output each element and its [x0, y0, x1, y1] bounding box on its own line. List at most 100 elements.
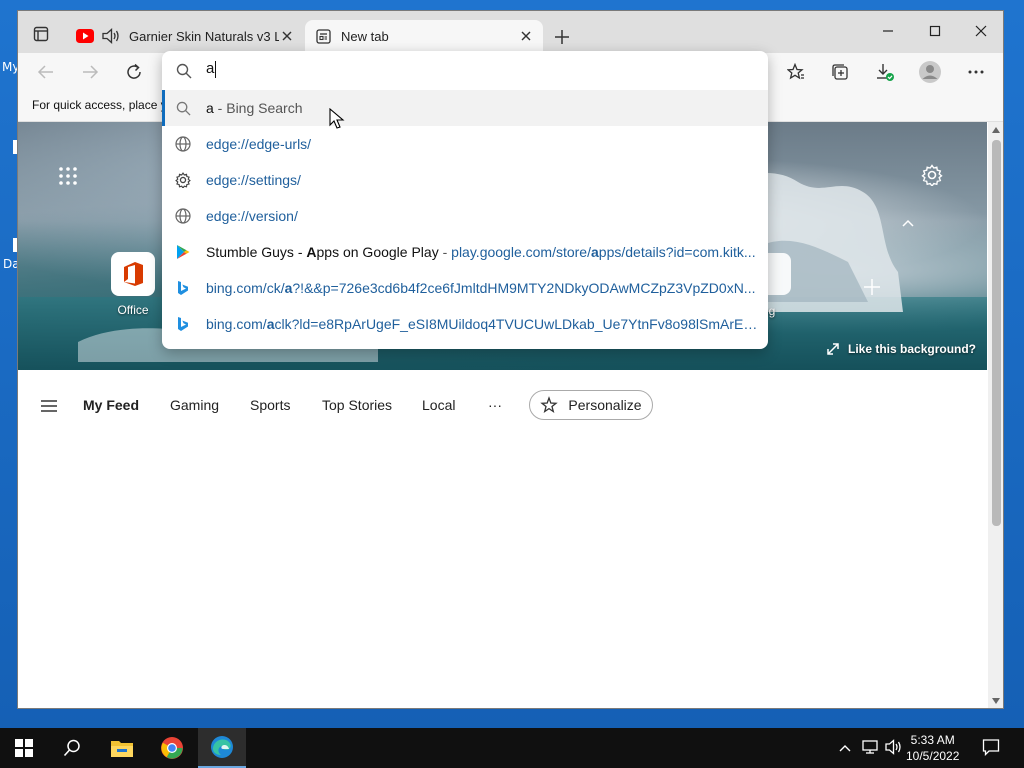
apps-launcher-button[interactable] [58, 166, 78, 191]
feed-tab-my-feed[interactable]: My Feed [83, 397, 139, 413]
personalize-button[interactable]: Personalize [529, 390, 653, 420]
scroll-up-arrow-icon[interactable] [992, 127, 1000, 133]
minimize-button[interactable] [865, 17, 911, 45]
forward-button[interactable] [74, 57, 106, 87]
tab-close-button[interactable] [519, 29, 533, 43]
search-icon [176, 63, 192, 79]
suggestion-suffix: - Bing Search [213, 100, 303, 116]
address-bar[interactable]: a [162, 51, 768, 89]
page-settings-button[interactable] [921, 164, 943, 191]
forward-arrow-icon [83, 65, 99, 79]
tab-close-button[interactable] [280, 29, 294, 43]
sparkle-star-icon [540, 396, 559, 413]
collections-button[interactable] [824, 57, 856, 87]
globe-icon [175, 136, 191, 152]
favorites-bar-hint: For quick access, place y [32, 98, 167, 112]
like-background-link[interactable]: Like this background? [826, 342, 976, 356]
close-icon [975, 25, 987, 37]
tab-youtube[interactable]: Garnier Skin Naturals v3 Lo [66, 20, 304, 53]
collections-icon [832, 64, 848, 80]
address-input[interactable]: a [206, 60, 217, 78]
back-arrow-icon [37, 65, 53, 79]
suggestion-url-part: ?!&&p=726e3cd6b4f2ce6fJmltdHM9MTY2NDkyOD… [292, 280, 756, 296]
scroll-down-arrow-icon[interactable] [992, 698, 1000, 704]
tab-strip: Garnier Skin Naturals v3 Lo New tab [18, 11, 1003, 53]
add-quick-link-button[interactable] [863, 278, 881, 301]
back-button[interactable] [30, 57, 62, 87]
suggestion-url-part: bing.com/ck/ [206, 280, 285, 296]
profile-button[interactable] [914, 57, 946, 87]
suggestion-history[interactable]: Stumble Guys - Apps on Google Play - pla… [162, 234, 768, 270]
suggestion-search[interactable]: a - Bing Search [162, 90, 768, 129]
system-clock[interactable]: 5:33 AM 10/5/2022 [906, 732, 959, 764]
feed-tab-sports[interactable]: Sports [250, 397, 290, 413]
maximize-button[interactable] [912, 17, 958, 45]
tab-title: New tab [341, 29, 389, 44]
suggestion-url-text: edge://version/ [206, 208, 298, 224]
taskbar-edge[interactable] [198, 728, 246, 768]
text-caret [215, 60, 217, 78]
close-icon [521, 31, 531, 41]
plus-icon [864, 279, 880, 295]
quick-link-label: Office [117, 303, 149, 317]
taskbar: 5:33 AM 10/5/2022 [0, 728, 1024, 768]
feed-tab-local[interactable]: Local [422, 397, 455, 413]
chrome-icon [161, 737, 183, 759]
feed-tab-top-stories[interactable]: Top Stories [322, 397, 392, 413]
close-window-button[interactable] [958, 17, 1003, 45]
more-horizontal-icon [968, 70, 984, 74]
suggestion-url[interactable]: edge://edge-urls/ [162, 126, 768, 162]
scroll-thumb[interactable] [992, 140, 1001, 526]
clock-time: 5:33 AM [910, 733, 955, 747]
taskbar-file-explorer[interactable] [98, 728, 146, 768]
suggestion-title-part: pps on Google Play [316, 244, 439, 260]
favorites-star-icon [787, 63, 804, 80]
office-logo-icon [124, 262, 143, 286]
search-icon [63, 739, 80, 757]
app-grid-icon [59, 167, 77, 185]
feed-tab-gaming[interactable]: Gaming [170, 397, 219, 413]
downloads-button[interactable] [869, 57, 901, 87]
suggestion-url[interactable]: edge://settings/ [162, 162, 768, 198]
feed-more-button[interactable]: ··· [488, 397, 502, 413]
page-scrollbar[interactable] [988, 122, 1003, 708]
expand-icon [827, 343, 839, 355]
refresh-button[interactable] [118, 57, 150, 87]
taskbar-search-button[interactable] [48, 728, 96, 768]
suggestion-title-part: Stumble Guys - [206, 244, 307, 260]
minimize-icon [883, 30, 893, 32]
feed-navigation: My Feed Gaming Sports Top Stories Local … [18, 370, 987, 420]
youtube-icon [76, 29, 94, 43]
taskbar-chrome[interactable] [148, 728, 196, 768]
suggestion-url-part: bing.com/ [206, 316, 267, 332]
suggestion-query: a [206, 100, 214, 116]
collapse-quick-links-button[interactable] [902, 214, 914, 232]
gear-icon [175, 172, 191, 188]
tab-new-tab[interactable]: New tab [305, 20, 543, 53]
bing-icon [175, 280, 191, 296]
notifications-icon [982, 739, 1000, 757]
tab-actions-button[interactable] [28, 21, 54, 47]
bing-icon [175, 316, 191, 332]
suggestion-url[interactable]: bing.com/ck/a?!&&p=726e3cd6b4f2ce6fJmltd… [162, 270, 768, 306]
favorites-button[interactable] [780, 57, 812, 87]
settings-and-more-button[interactable] [960, 57, 992, 87]
start-button[interactable] [0, 728, 48, 768]
suggestion-url[interactable]: bing.com/aclk?ld=e8RpArUgeF_eSI8MUildoq4… [162, 306, 768, 342]
address-bar-dropdown: a a - Bing Search edge://edge-urls/ edge… [162, 51, 768, 349]
suggestion-url-part: clk?ld=e8RpArUgeF_eSI8MUildoq4TVUCUwLDka… [274, 316, 759, 332]
windows-logo-icon [15, 739, 33, 757]
volume-control[interactable] [885, 738, 903, 761]
quick-link-office[interactable] [111, 252, 155, 296]
show-hidden-icons-button[interactable] [838, 740, 852, 758]
suggestion-title-match: A [306, 244, 317, 260]
suggestion-url[interactable]: edge://version/ [162, 198, 768, 234]
feed-menu-button[interactable] [40, 399, 58, 418]
network-status[interactable] [861, 738, 881, 761]
action-center-button[interactable] [982, 738, 1000, 761]
suggestion-url-match: a [266, 316, 275, 332]
speaker-icon[interactable] [102, 28, 120, 44]
new-tab-button[interactable] [550, 25, 574, 49]
gear-icon [921, 164, 943, 188]
suggestion-url-part: pps/details?id=com.kitk... [598, 244, 756, 260]
